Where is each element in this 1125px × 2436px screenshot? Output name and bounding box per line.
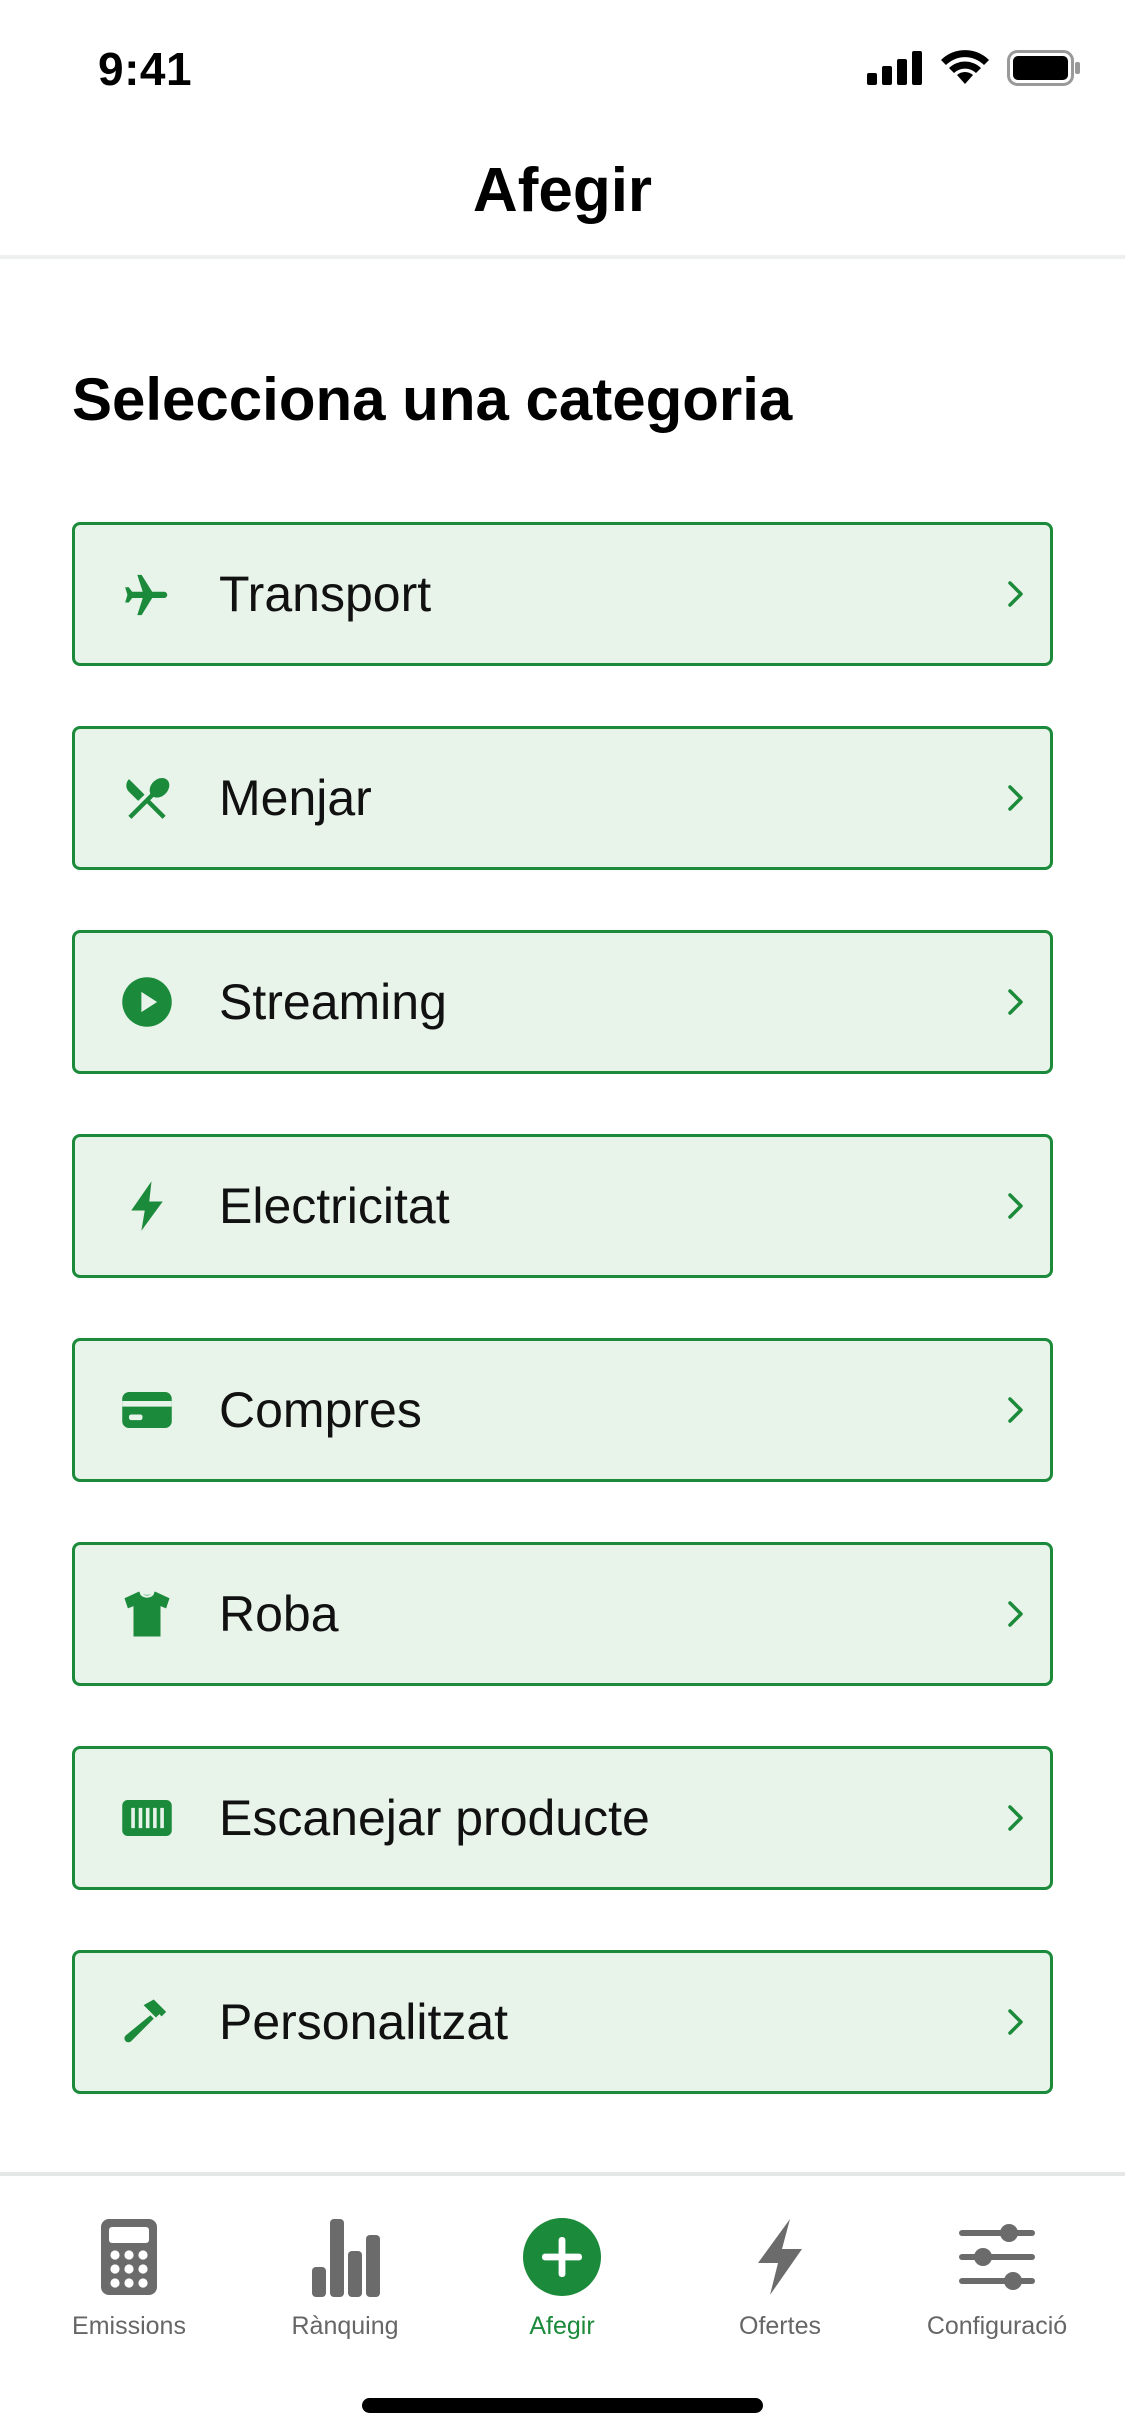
tab-label: Emissions (72, 2312, 186, 2340)
cellular-signal-icon (867, 51, 922, 85)
chevron-right-icon (1008, 1397, 1023, 1423)
category-label: Transport (219, 566, 432, 622)
tab-bar: Emissions Rànquing Afegir Ofertes Config… (0, 2172, 1125, 2436)
category-item-personalitzat[interactable]: Personalitzat (72, 1950, 1053, 2094)
status-icons (867, 50, 1081, 86)
tshirt-icon (117, 1584, 177, 1644)
category-item-escanejar-producte[interactable]: Escanejar producte (72, 1746, 1053, 1890)
tab-label: Configuració (926, 2312, 1068, 2340)
chevron-right-icon (1008, 989, 1023, 1015)
bar-chart-icon (300, 2212, 390, 2302)
navigation-header: Afegir (0, 135, 1125, 259)
sliders-icon (952, 2212, 1042, 2302)
bolt-icon (735, 2212, 825, 2302)
utensils-icon (117, 768, 177, 828)
category-label: Menjar (219, 770, 372, 826)
status-time: 9:41 (98, 43, 193, 95)
category-item-transport[interactable]: Transport (72, 522, 1053, 666)
plus-circle-icon (517, 2212, 607, 2302)
tab-emissions[interactable]: Emissions (29, 2212, 229, 2352)
category-label: Electricitat (219, 1178, 450, 1234)
chevron-right-icon (1008, 2009, 1023, 2035)
chevron-right-icon (1008, 1193, 1023, 1219)
tab-afegir[interactable]: Afegir (462, 2212, 662, 2352)
section-title: Selecciona una categoria (72, 366, 793, 433)
category-item-menjar[interactable]: Menjar (72, 726, 1053, 870)
tab-ofertes[interactable]: Ofertes (680, 2212, 880, 2352)
category-label: Streaming (219, 974, 447, 1030)
status-bar: 9:41 (0, 0, 1125, 135)
play-circle-icon (117, 972, 177, 1032)
category-item-streaming[interactable]: Streaming (72, 930, 1053, 1074)
calculator-icon (84, 2212, 174, 2302)
battery-icon (1007, 50, 1080, 86)
category-label: Roba (219, 1586, 339, 1642)
category-item-electricitat[interactable]: Electricitat (72, 1134, 1053, 1278)
tab-label: Afegir (529, 2312, 595, 2340)
category-label: Escanejar producte (219, 1790, 650, 1846)
tab-ranquing[interactable]: Rànquing (245, 2212, 445, 2352)
tab-label: Ofertes (739, 2312, 821, 2340)
credit-card-icon (117, 1380, 177, 1440)
home-indicator (362, 2398, 763, 2413)
page-title: Afegir (472, 156, 653, 225)
barcode-icon (117, 1788, 177, 1848)
bolt-icon (117, 1176, 177, 1236)
chevron-right-icon (1008, 1601, 1023, 1627)
chevron-right-icon (1008, 785, 1023, 811)
tab-configuracio[interactable]: Configuració (897, 2212, 1097, 2352)
tab-label: Rànquing (291, 2312, 399, 2340)
category-label: Personalitzat (219, 1994, 509, 2050)
hammer-icon (117, 1992, 177, 2052)
airplane-icon (117, 564, 177, 624)
category-item-roba[interactable]: Roba (72, 1542, 1053, 1686)
category-item-compres[interactable]: Compres (72, 1338, 1053, 1482)
chevron-right-icon (1008, 581, 1023, 607)
category-label: Compres (219, 1382, 422, 1438)
chevron-right-icon (1008, 1805, 1023, 1831)
wifi-icon (941, 50, 989, 84)
category-list: Transport Menjar Streaming Electricitat … (72, 522, 1053, 2154)
